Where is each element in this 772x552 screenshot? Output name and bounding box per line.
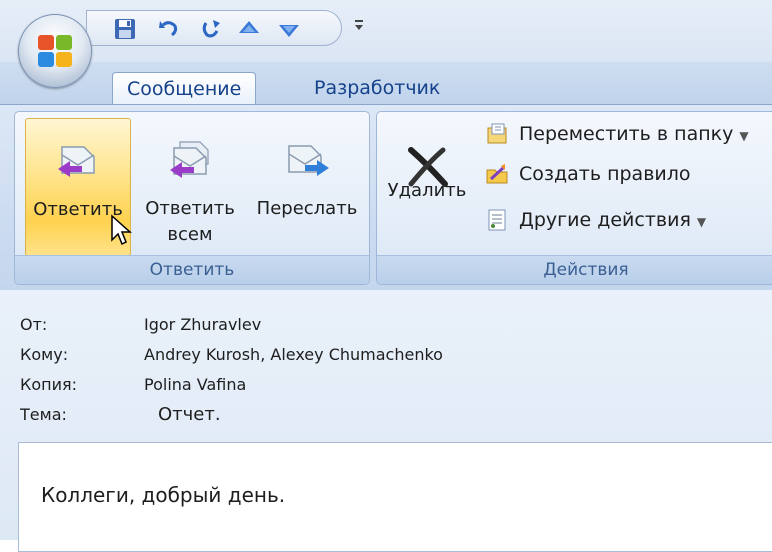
tab-developer[interactable]: Разработчик <box>300 72 454 106</box>
from-value[interactable]: Igor Zhuravlev <box>144 312 261 338</box>
dropdown-arrow-icon: ▼ <box>696 215 707 229</box>
respond-group-label: Ответить <box>15 255 369 284</box>
office-button[interactable] <box>18 14 92 88</box>
office-logo-icon <box>38 35 72 67</box>
save-icon[interactable] <box>113 17 137 41</box>
other-actions-label: Другие действия ▼ <box>519 202 706 240</box>
other-actions-text: Другие действия <box>519 209 691 231</box>
subject-label: Тема: <box>20 405 67 424</box>
actions-group: Удалить Переместить в папку ▼ Создать пр… <box>376 111 772 285</box>
reply-all-button[interactable]: Ответить всем <box>133 118 247 256</box>
mouse-pointer-icon <box>111 214 132 246</box>
next-item-icon[interactable] <box>277 17 301 41</box>
cc-label: Копия: <box>20 375 78 394</box>
from-label: От: <box>20 315 48 334</box>
actions-group-label: Действия <box>377 255 772 284</box>
message-body-text: Коллеги, добрый день. <box>41 483 286 507</box>
move-to-folder-label: Переместить в папку ▼ <box>519 116 749 154</box>
move-to-folder-icon <box>487 123 507 144</box>
message-body[interactable]: Коллеги, добрый день. <box>18 442 772 552</box>
dropdown-arrow-icon: ▼ <box>739 129 749 143</box>
undo-icon[interactable] <box>157 17 181 41</box>
tab-message[interactable]: Сообщение <box>112 72 257 106</box>
reply-all-label: Ответить всем <box>145 198 235 245</box>
other-actions-icon <box>488 209 506 231</box>
delete-label: Удалить <box>387 180 467 201</box>
create-rule-label: Создать правило <box>519 163 691 185</box>
redo-icon[interactable] <box>199 17 223 41</box>
cc-value[interactable]: Polina Vafina <box>144 372 246 398</box>
subject-value: Отчет. <box>158 404 221 425</box>
reply-icon <box>58 146 95 177</box>
ribbon-tab-row: Сообщение Разработчик <box>0 62 772 106</box>
to-label: Кому: <box>20 345 69 364</box>
previous-item-icon[interactable] <box>237 17 261 41</box>
respond-group: Ответить Ответить всем Переслать Ответит… <box>14 111 370 285</box>
to-value[interactable]: Andrey Kurosh, Alexey Chumachenko <box>144 342 443 368</box>
forward-label: Переслать <box>256 198 358 219</box>
ribbon: Ответить Ответить всем Переслать Ответит… <box>0 104 772 290</box>
create-rule-icon <box>486 164 508 184</box>
quick-access-toolbar <box>86 10 342 46</box>
forward-button[interactable]: Переслать <box>249 118 365 256</box>
customize-qat-icon[interactable] <box>352 16 366 34</box>
move-to-folder-text: Переместить в папку <box>519 123 734 145</box>
title-bar <box>0 0 772 62</box>
reply-all-icon <box>170 141 209 178</box>
delete-button[interactable]: Удалить <box>383 118 471 256</box>
forward-icon <box>288 145 329 176</box>
